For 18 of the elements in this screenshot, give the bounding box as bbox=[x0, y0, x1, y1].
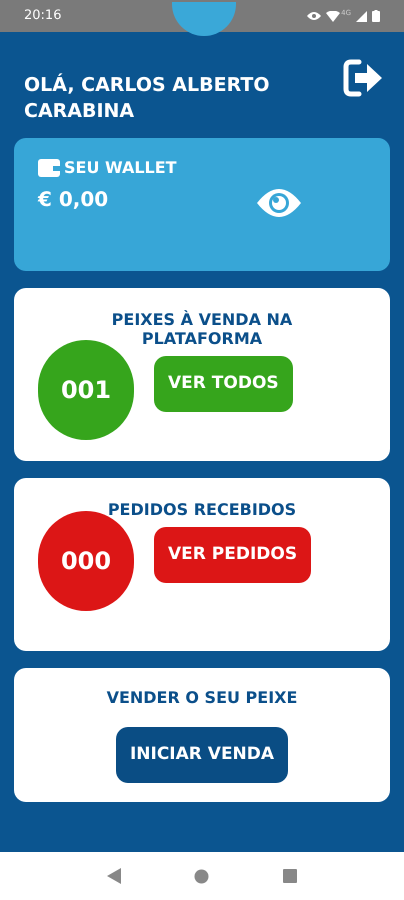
home-icon[interactable] bbox=[194, 868, 210, 884]
wallet-icon bbox=[38, 158, 60, 176]
recents-icon[interactable] bbox=[283, 869, 298, 883]
battery-icon bbox=[372, 10, 380, 22]
status-time: 20:16 bbox=[24, 7, 62, 26]
signal-icon bbox=[356, 10, 367, 22]
eye-icon bbox=[307, 11, 322, 21]
action-button[interactable]: INICIAR VENDA bbox=[116, 727, 288, 783]
logout-button[interactable] bbox=[342, 58, 384, 98]
back-icon[interactable] bbox=[106, 868, 121, 884]
show-balance-button[interactable] bbox=[256, 186, 302, 218]
wallet-balance: € 0,00 bbox=[38, 186, 110, 212]
action-button[interactable]: VER TODOS bbox=[154, 356, 293, 412]
card-title: VENDER O SEU PEIXE bbox=[106, 688, 298, 707]
greeting-heading: OLÁ, CARLOS ALBERTO CARABINA bbox=[24, 72, 270, 124]
wifi-icon bbox=[326, 10, 340, 22]
action-button[interactable]: VER PEDIDOS bbox=[154, 527, 312, 583]
wallet-title: SEU WALLET bbox=[64, 156, 177, 178]
